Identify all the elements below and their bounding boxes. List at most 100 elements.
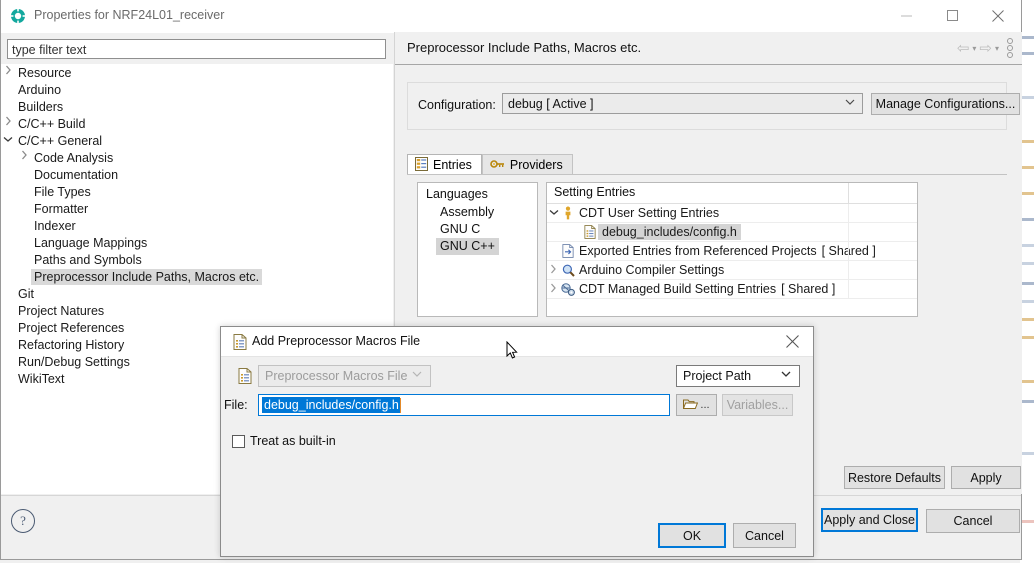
language-item[interactable]: Assembly <box>418 204 537 221</box>
browse-button[interactable]: ... <box>676 394 717 416</box>
minimize-button[interactable] <box>883 0 929 31</box>
forward-caret-icon[interactable]: ▾ <box>995 44 999 53</box>
tree-item-arduino[interactable]: Arduino <box>1 81 393 98</box>
tab-providers[interactable]: Providers <box>481 154 573 175</box>
chevron-right-icon[interactable] <box>547 283 560 295</box>
setting-entry-row[interactable]: CDT Managed Build Setting Entries [ Share… <box>547 280 917 299</box>
tree-item-language-mappings[interactable]: Language Mappings <box>1 234 393 251</box>
chevron-right-icon[interactable] <box>547 264 560 276</box>
person-icon <box>560 206 576 220</box>
entry-type-combo[interactable]: Preprocessor Macros File <box>258 365 431 387</box>
treat-as-builtin-label: Treat as built-in <box>250 434 336 448</box>
tree-item-indexer[interactable]: Indexer <box>1 217 393 234</box>
apply-and-close-button[interactable]: Apply and Close <box>821 508 918 532</box>
tree-item-label: Language Mappings <box>34 235 148 250</box>
language-item[interactable]: GNU C++ <box>418 238 537 255</box>
setting-entry-value-cell <box>848 280 917 298</box>
tree-item-label: Refactoring History <box>18 337 125 352</box>
window-cancel-button[interactable]: Cancel <box>926 509 1020 533</box>
text-cursor <box>399 397 401 413</box>
page-nav-controls: ⇦ ▾ ⇨ ▾ <box>957 38 1016 58</box>
maximize-button[interactable] <box>929 0 975 31</box>
macros-file-icon <box>582 225 598 239</box>
tab-bar: Entries Providers <box>407 153 573 175</box>
dialog-close-icon[interactable] <box>771 327 813 355</box>
chevron-right-icon[interactable] <box>1 64 15 81</box>
tree-item-c-c-build[interactable]: C/C++ Build <box>1 115 393 132</box>
setting-entry-label: Exported Entries from Referenced Project… <box>579 244 817 258</box>
tree-item-label: File Types <box>34 184 91 199</box>
tree-item-resource[interactable]: Resource <box>1 64 393 81</box>
dialog-cancel-button[interactable]: Cancel <box>733 523 796 548</box>
configuration-label: Configuration: <box>418 98 496 112</box>
restore-defaults-button[interactable]: Restore Defaults <box>844 466 945 489</box>
setting-entry-row[interactable]: CDT User Setting Entries <box>547 204 917 223</box>
chevron-down-icon[interactable] <box>547 208 560 218</box>
chevron-down-icon[interactable] <box>1 132 15 149</box>
tree-item-documentation[interactable]: Documentation <box>1 166 393 183</box>
tree-item-label: Builders <box>18 99 64 114</box>
providers-key-icon <box>490 158 505 173</box>
tree-item-file-types[interactable]: File Types <box>1 183 393 200</box>
file-input[interactable]: debug_includes/config.h <box>258 394 670 416</box>
tree-item-git[interactable]: Git <box>1 285 393 302</box>
tree-item-label: Git <box>18 286 34 301</box>
dialog-ok-button[interactable]: OK <box>658 523 726 548</box>
window-controls <box>883 0 1021 32</box>
setting-entry-row[interactable]: debug_includes/config.h <box>547 223 917 242</box>
magnifier-icon <box>560 264 576 277</box>
back-arrow-icon[interactable]: ⇦ <box>957 41 970 56</box>
folder-open-icon <box>683 398 699 413</box>
background-editor-strip <box>1020 0 1034 563</box>
help-icon[interactable]: ? <box>11 509 35 533</box>
filter-input[interactable]: type filter text <box>7 39 386 59</box>
setting-entries-table[interactable]: Setting Entries CDT User Setting Entries… <box>546 182 918 317</box>
page-header: Preprocessor Include Paths, Macros etc. … <box>395 32 1022 65</box>
window-title: Properties for NRF24L01_receiver <box>34 8 225 22</box>
configuration-value: debug [ Active ] <box>508 96 594 111</box>
tab-entries[interactable]: Entries <box>407 154 482 175</box>
language-item[interactable]: GNU C <box>418 221 537 238</box>
tree-item-label: Formatter <box>34 201 89 216</box>
apply-button[interactable]: Apply <box>951 466 1021 489</box>
setting-entries-header: Setting Entries <box>547 183 917 204</box>
file-input-value: debug_includes/config.h <box>262 397 400 413</box>
setting-entry-value-cell <box>848 261 917 279</box>
language-item-label: GNU C++ <box>436 238 499 255</box>
tree-item-builders[interactable]: Builders <box>1 98 393 115</box>
setting-entry-row[interactable]: Exported Entries from Referenced Project… <box>547 242 917 261</box>
tree-item-c-c-general[interactable]: C/C++ General <box>1 132 393 149</box>
tree-item-code-analysis[interactable]: Code Analysis <box>1 149 393 166</box>
variables-button[interactable]: Variables... <box>722 394 793 416</box>
close-button[interactable] <box>975 0 1021 31</box>
forward-arrow-icon[interactable]: ⇨ <box>979 41 992 56</box>
chevron-down-icon <box>845 97 855 109</box>
tree-item-label: Preprocessor Include Paths, Macros etc. <box>31 268 263 285</box>
chevron-right-icon[interactable] <box>1 115 15 132</box>
setting-entry-label: Arduino Compiler Settings <box>579 263 725 277</box>
tree-item-formatter[interactable]: Formatter <box>1 200 393 217</box>
chevron-right-icon[interactable] <box>17 149 31 166</box>
tree-item-label: Project Natures <box>18 303 105 318</box>
tree-item-project-natures[interactable]: Project Natures <box>1 302 393 319</box>
setting-entry-shared-badge: [ Shared ] <box>781 282 836 296</box>
path-kind-combo[interactable]: Project Path <box>676 365 800 387</box>
languages-list[interactable]: Languages Assembly GNU C GNU C++ <box>417 182 538 317</box>
file-label: File: <box>224 398 248 412</box>
back-caret-icon[interactable]: ▾ <box>972 44 976 53</box>
entry-type-value: Preprocessor Macros File <box>265 369 408 383</box>
language-item-label: Assembly <box>440 205 495 219</box>
configuration-select[interactable]: debug [ Active ] <box>502 93 863 114</box>
entries-list-icon <box>415 156 428 174</box>
treat-as-builtin-checkbox[interactable]: Treat as built-in <box>232 434 336 448</box>
manage-configurations-button[interactable]: Manage Configurations... <box>871 93 1020 115</box>
tree-item-label: Resource <box>18 65 72 80</box>
tree-item-label: C/C++ General <box>18 133 103 148</box>
setting-entry-row[interactable]: Arduino Compiler Settings <box>547 261 917 280</box>
tree-item-preprocessor-include-paths-macros-etc[interactable]: Preprocessor Include Paths, Macros etc. <box>1 268 393 285</box>
view-menu-icon[interactable] <box>1007 38 1013 58</box>
tree-item-paths-and-symbols[interactable]: Paths and Symbols <box>1 251 393 268</box>
setting-entry-value-cell <box>848 204 917 222</box>
language-item-label: GNU C <box>440 222 481 236</box>
page-title: Preprocessor Include Paths, Macros etc. <box>407 40 642 55</box>
